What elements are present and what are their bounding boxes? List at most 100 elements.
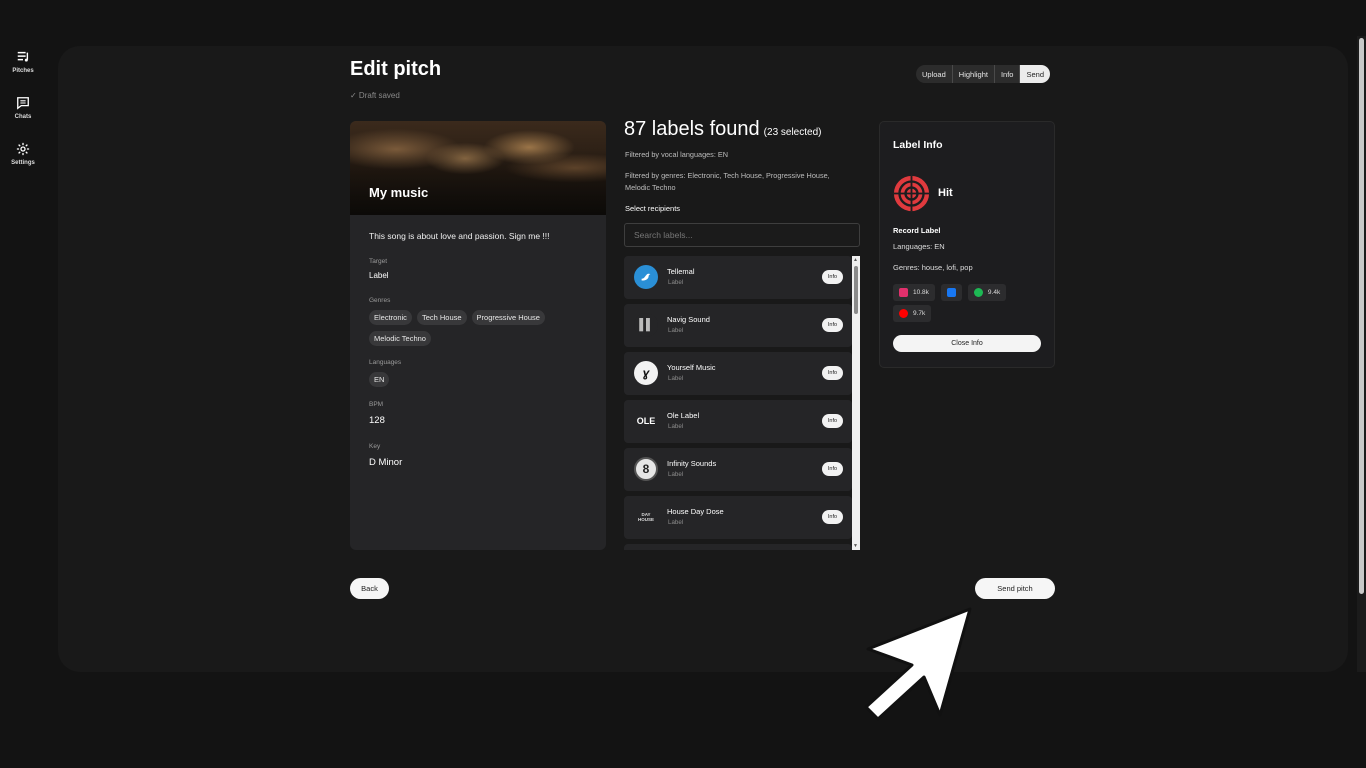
stat-value: 9.4k (987, 289, 1001, 296)
label-name: Tellemal (667, 267, 695, 276)
label-name: Navig Sound (667, 315, 710, 324)
label-info-type: Record Label (893, 226, 941, 235)
info-button[interactable]: Info (822, 510, 843, 524)
label-info-title: Label Info (893, 139, 943, 151)
list-scrollbar[interactable]: ▲ ▼ (852, 256, 860, 550)
cover-image (350, 121, 606, 215)
list-item[interactable]: ɣ Yourself Music Label Info (624, 352, 852, 395)
stat-facebook[interactable] (940, 284, 962, 301)
label-type: Label (668, 375, 684, 382)
spotify-icon (973, 288, 983, 297)
label-name: Yourself Music (667, 363, 716, 372)
label-info-card: Label Info Hit Record Label Languages: E… (879, 121, 1055, 368)
draft-status: ✓ Draft saved (350, 91, 400, 100)
selected-count: (23 selected) (763, 127, 822, 138)
social-stats: 10.8k 9.4k 9.7k (893, 284, 1043, 322)
bpm-value: 128 (369, 415, 385, 426)
page-scrollbar-thumb[interactable] (1359, 38, 1364, 594)
label-avatar: 8 (634, 457, 658, 481)
target-logo-icon (893, 175, 930, 212)
tab-send[interactable]: Send (1020, 65, 1051, 83)
list-item[interactable]: OLE Ole Label Label Info (624, 400, 852, 443)
sidebar-item-label: Chats (14, 114, 32, 120)
label-avatar: ɣ (634, 361, 658, 385)
search-input[interactable] (624, 223, 860, 247)
genre-chip: Progressive House (471, 310, 545, 325)
info-button[interactable]: Info (822, 366, 843, 380)
language-chips: EN (369, 372, 589, 387)
page-scrollbar[interactable] (1357, 36, 1366, 672)
label-info-name: Hit (938, 187, 953, 199)
sidebar-item-pitches[interactable]: Pitches (0, 50, 46, 74)
close-info-button[interactable]: Close Info (893, 335, 1041, 352)
facebook-icon (946, 288, 956, 297)
label-type: Label (668, 423, 684, 430)
info-button[interactable]: Info (822, 414, 843, 428)
tab-info[interactable]: Info (995, 65, 1021, 83)
filter-genres: Filtered by genres: Electronic, Tech Hou… (625, 171, 830, 192)
stat-instagram[interactable]: 10.8k (893, 284, 935, 301)
tab-upload[interactable]: Upload (916, 65, 953, 83)
label-name: House Day Dose (667, 507, 724, 516)
results-count: 87 labels found (23 selected) (624, 118, 821, 141)
key-value: D Minor (369, 457, 403, 468)
label-type: Label (668, 279, 684, 286)
label-list: Tellemal Label Info ▌▌ Navig Sound Label… (624, 256, 852, 550)
info-button[interactable]: Info (822, 270, 843, 284)
step-tabs: Upload Highlight Info Send (916, 65, 1051, 83)
cover-title: My music (369, 185, 429, 200)
label-type: Label (668, 471, 684, 478)
genre-chip: Tech House (416, 310, 467, 325)
label-type: Label (668, 327, 684, 334)
send-pitch-button[interactable]: Send pitch (975, 578, 1055, 599)
list-item[interactable]: DAY HOUSE House Day Dose Label Info (624, 496, 852, 539)
label-type: Label (668, 519, 684, 526)
chat-icon (17, 97, 29, 110)
info-button[interactable]: Info (822, 318, 843, 332)
stat-value: 10.8k (913, 289, 929, 296)
info-button[interactable]: Info (822, 462, 843, 476)
genres-label: Genres (369, 297, 391, 304)
page-title: Edit pitch (350, 58, 442, 80)
label-name: Ole Label (667, 411, 700, 420)
key-label: Key (369, 443, 381, 450)
bpm-label: BPM (369, 401, 384, 408)
music-card: My music This song is about love and pas… (350, 121, 606, 550)
tab-highlight[interactable]: Highlight (953, 65, 995, 83)
stat-youtube[interactable]: 9.7k (893, 305, 932, 322)
youtube-icon (899, 309, 908, 318)
list-item[interactable]: ▌▌ Navig Sound Label Info (624, 304, 852, 347)
sidebar-item-label: Pitches (12, 68, 34, 74)
stat-spotify[interactable]: 9.4k (967, 284, 1007, 301)
cursor-arrow-icon (864, 607, 972, 721)
label-avatar: OLE (634, 409, 658, 433)
label-avatar (634, 265, 658, 289)
languages-label: Languages (369, 359, 402, 366)
sidebar-item-chats[interactable]: Chats (0, 96, 46, 120)
list-item[interactable] (624, 544, 852, 550)
label-info-genres: Genres: house, lofi, pop (893, 263, 973, 272)
stat-value: 9.7k (913, 310, 926, 317)
scroll-down-icon[interactable]: ▼ (853, 543, 858, 549)
genre-chip: Electronic (369, 310, 412, 325)
scroll-up-icon[interactable]: ▲ (853, 257, 858, 263)
label-avatar: ▌▌ (634, 313, 658, 337)
target-value: Label (369, 271, 389, 280)
back-button[interactable]: Back (350, 578, 389, 599)
list-item[interactable]: Tellemal Label Info (624, 256, 852, 299)
label-info-languages: Languages: EN (893, 242, 945, 251)
sidebar-item-settings[interactable]: Settings (0, 142, 46, 166)
list-scrollbar-thumb[interactable] (854, 266, 858, 314)
select-recipients-label: Select recipients (625, 204, 681, 213)
bird-icon (641, 273, 651, 281)
label-name: Infinity Sounds (667, 459, 717, 468)
results-count-text: 87 labels found (624, 118, 760, 140)
gear-icon (16, 142, 30, 156)
language-chip: EN (369, 372, 390, 387)
filter-languages: Filtered by vocal languages: EN (625, 150, 729, 159)
genre-chip: Melodic Techno (369, 331, 431, 346)
genre-chips: Electronic Tech House Progressive House … (369, 310, 589, 346)
list-item[interactable]: 8 Infinity Sounds Label Info (624, 448, 852, 491)
target-label: Target (369, 258, 388, 265)
sidebar-item-label: Settings (11, 160, 35, 166)
